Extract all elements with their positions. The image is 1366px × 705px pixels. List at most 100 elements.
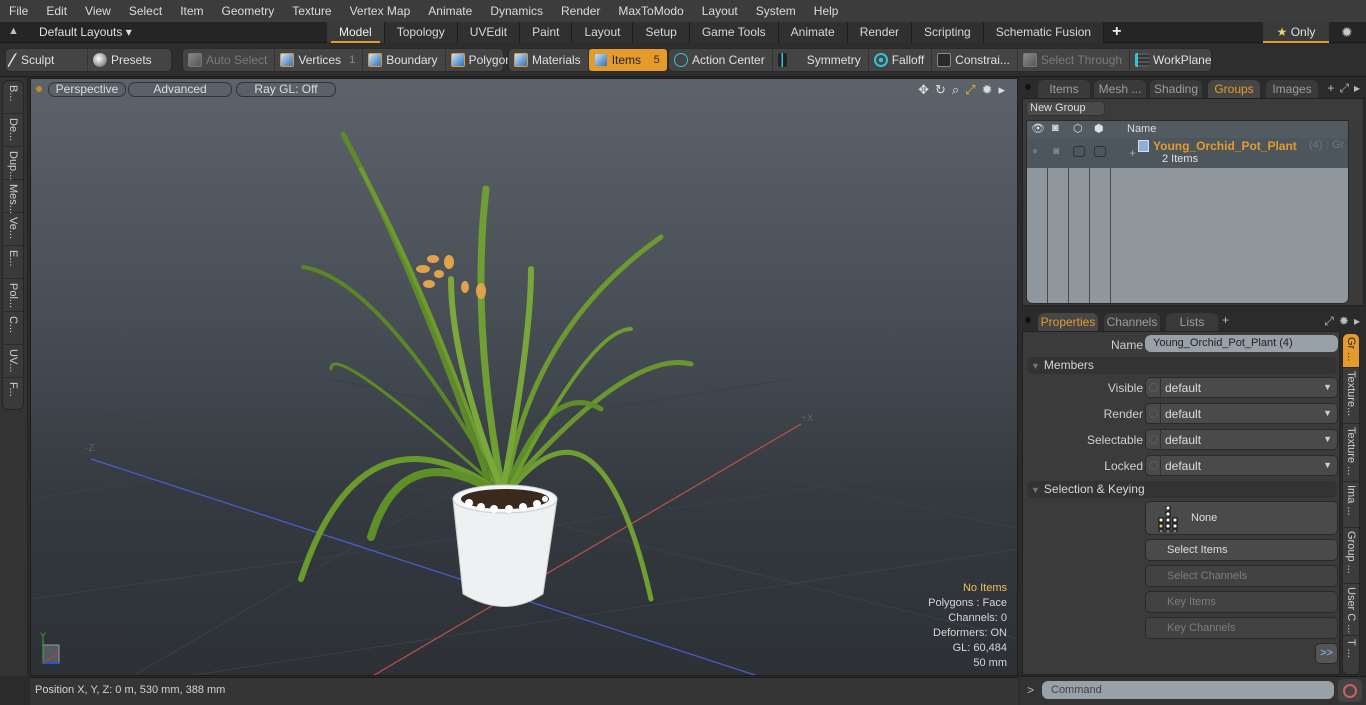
expand-panel-icon[interactable]: ⤢ <box>1324 314 1334 329</box>
menu-system[interactable]: System <box>747 0 805 22</box>
zoom-view-icon[interactable]: ⌕ <box>952 82 959 98</box>
materials-button[interactable]: Materials <box>509 49 589 71</box>
vtab-deform[interactable]: De... <box>3 114 23 147</box>
row-select-checkbox[interactable] <box>1073 146 1085 157</box>
panel-dot-icon[interactable] <box>1025 84 1031 90</box>
workplane-button[interactable]: WorkPlane <box>1130 49 1218 71</box>
action-center-button[interactable]: Action Center <box>669 49 773 71</box>
panel-menu-arrow-icon[interactable]: ▸ <box>1354 81 1360 96</box>
command-input[interactable]: Command <box>1042 681 1334 699</box>
eye-icon[interactable]: 👁 <box>1031 122 1045 135</box>
add-tab-icon[interactable]: + <box>1327 81 1334 96</box>
menu-geometry[interactable]: Geometry <box>213 0 284 22</box>
menu-vertex-map[interactable]: Vertex Map <box>341 0 420 22</box>
tab-game-tools[interactable]: Game Tools <box>689 22 779 43</box>
selection-keying-section[interactable]: ▼ Selection & Keying <box>1027 481 1337 498</box>
render-dropdown[interactable]: default ▼ <box>1145 403 1338 424</box>
tab-lists[interactable]: Lists <box>1166 313 1218 331</box>
sculpt-button[interactable]: Sculpt <box>6 49 88 71</box>
side-tab-t[interactable]: T ... <box>1343 636 1359 674</box>
tab-uvedit[interactable]: UVEdit <box>457 22 521 43</box>
tab-channels[interactable]: Channels <box>1104 313 1160 331</box>
symmetry-button[interactable]: Symmetry <box>773 49 869 71</box>
members-section[interactable]: ▼ Members <box>1027 357 1337 374</box>
presets-button[interactable]: Presets <box>88 49 159 71</box>
default-layouts-dropdown[interactable]: Default Layouts ▾ <box>39 24 132 41</box>
items-button[interactable]: Items 5 <box>588 49 667 71</box>
move-view-icon[interactable]: ✥ <box>918 82 929 98</box>
menu-layout[interactable]: Layout <box>693 0 747 22</box>
groups-scrollbar[interactable] <box>1350 120 1362 304</box>
tab-shading[interactable]: Shading <box>1150 80 1202 98</box>
viewport-menu-arrow-icon[interactable]: ▸ <box>998 82 1005 98</box>
group-row[interactable]: ● ◙ + Young_Orchid_Pot_Plant (4) : Gr ..… <box>1027 138 1348 168</box>
gear-icon[interactable]: ✹ <box>1341 24 1353 41</box>
vtab-curve[interactable]: C... <box>3 312 23 345</box>
tab-setup[interactable]: Setup <box>633 22 690 43</box>
record-macro-button[interactable] <box>1338 679 1362 702</box>
key-channels-button[interactable]: Key Channels <box>1145 617 1338 639</box>
tab-paint[interactable]: Paint <box>520 22 573 43</box>
menu-render[interactable]: Render <box>552 0 609 22</box>
3d-viewport[interactable]: -Z +X Y Perspective Advanced Ray GL: Off… <box>30 78 1018 676</box>
vtab-polygon[interactable]: Pol... <box>3 279 23 312</box>
tab-animate[interactable]: Animate <box>778 22 848 43</box>
expand-plus-icon[interactable]: + <box>1129 146 1136 160</box>
camera-icon[interactable]: ◙ <box>1052 122 1059 134</box>
new-group-button[interactable]: New Group <box>1026 101 1105 116</box>
tab-render[interactable]: Render <box>847 22 913 43</box>
select-channels-button[interactable]: Select Channels <box>1145 565 1338 587</box>
panel-gear-icon[interactable]: ✹ <box>1339 314 1349 329</box>
constraints-button[interactable]: Constrai... <box>932 49 1018 71</box>
menu-edit[interactable]: Edit <box>37 0 76 22</box>
select-through-button[interactable]: Select Through <box>1018 49 1131 71</box>
add-tab-icon[interactable]: + <box>1222 313 1229 327</box>
boundary-button[interactable]: Boundary <box>363 49 446 71</box>
menu-item[interactable]: Item <box>171 0 212 22</box>
select-cube-icon[interactable]: ⬡ <box>1073 122 1083 135</box>
vtab-fusion[interactable]: F... <box>3 378 23 411</box>
panel-menu-arrow-icon[interactable]: ▸ <box>1354 314 1360 329</box>
tab-scripting[interactable]: Scripting <box>912 22 984 43</box>
menu-view[interactable]: View <box>76 0 120 22</box>
menu-maxtomodo[interactable]: MaxToModo <box>609 0 692 22</box>
perspective-button[interactable]: Perspective <box>48 82 126 97</box>
tab-properties[interactable]: Properties <box>1038 313 1098 331</box>
selectable-dropdown[interactable]: default ▼ <box>1145 429 1338 450</box>
more-button[interactable]: >> <box>1315 643 1338 664</box>
visible-dropdown[interactable]: default ▼ <box>1145 377 1338 398</box>
side-tab-image[interactable]: Ima ... <box>1343 482 1359 528</box>
tab-schematic-fusion[interactable]: Schematic Fusion <box>983 22 1105 43</box>
maximize-view-icon[interactable]: ⤢ <box>965 82 975 98</box>
viewport-status-dot[interactable] <box>36 86 42 92</box>
name-field[interactable]: Young_Orchid_Pot_Plant (4) <box>1145 335 1338 352</box>
vtab-basic[interactable]: B... <box>3 81 23 114</box>
collapse-up-icon[interactable]: ▲ <box>8 25 20 39</box>
select-items-button[interactable]: Select Items <box>1145 539 1338 561</box>
raygl-button[interactable]: Ray GL: Off <box>236 82 336 97</box>
side-tab-texture-1[interactable]: Texture... <box>1343 368 1359 424</box>
expand-panel-icon[interactable]: ⤢ <box>1339 81 1349 96</box>
vtab-mesh-edit[interactable]: Mes... <box>3 180 23 214</box>
rotate-view-icon[interactable]: ↻ <box>935 82 946 98</box>
locked-dropdown[interactable]: default ▼ <box>1145 455 1338 476</box>
side-tab-group[interactable]: Gr ... <box>1343 334 1359 368</box>
vtab-uv[interactable]: UV... <box>3 345 23 378</box>
vtab-duplicate[interactable]: Dup... <box>3 147 23 180</box>
tab-groups[interactable]: Groups <box>1208 80 1260 98</box>
row-eye-icon[interactable]: ● <box>1032 146 1038 157</box>
name-column-header[interactable]: Name <box>1127 123 1156 135</box>
none-hierarchy-button[interactable]: None <box>1145 501 1338 535</box>
row-lock-checkbox[interactable] <box>1094 146 1106 157</box>
side-tab-group-2[interactable]: Group ... <box>1343 528 1359 584</box>
tab-model[interactable]: Model <box>327 22 385 43</box>
vertices-button[interactable]: Vertices 1 <box>275 49 364 71</box>
vtab-edge[interactable]: E... <box>3 246 23 279</box>
menu-select[interactable]: Select <box>120 0 171 22</box>
menu-texture[interactable]: Texture <box>283 0 340 22</box>
add-tab-button[interactable]: + <box>1104 22 1129 43</box>
side-tab-user-channels[interactable]: User C ... <box>1343 584 1359 636</box>
tab-layout[interactable]: Layout <box>572 22 634 43</box>
tab-topology[interactable]: Topology <box>384 22 458 43</box>
menu-animate[interactable]: Animate <box>419 0 481 22</box>
